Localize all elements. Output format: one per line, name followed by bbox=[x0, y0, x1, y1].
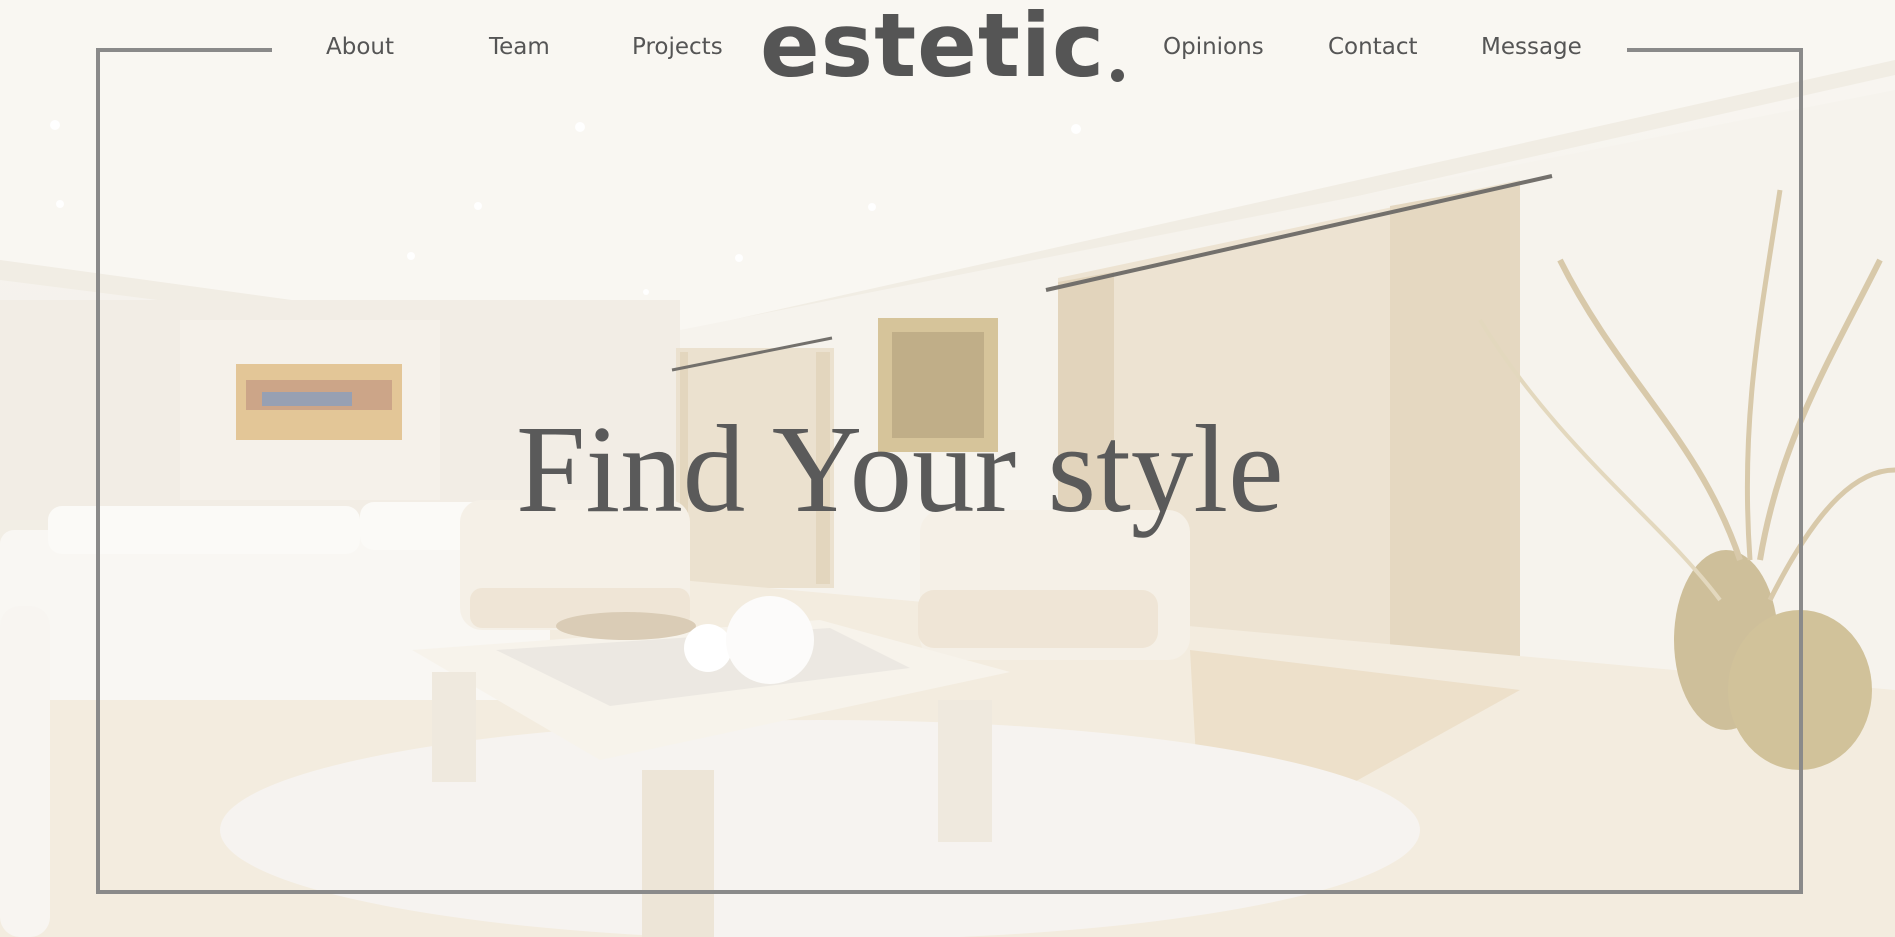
nav-link-opinions[interactable]: Opinions bbox=[1163, 30, 1264, 64]
nav-link-about[interactable]: About bbox=[326, 30, 394, 64]
brand-logo[interactable]: estetic bbox=[760, 0, 1132, 90]
nav-link-projects[interactable]: Projects bbox=[632, 30, 723, 64]
brand-logo-text: estetic bbox=[760, 0, 1106, 97]
nav-link-contact[interactable]: Contact bbox=[1328, 30, 1417, 64]
frame-border-top-right bbox=[1627, 48, 1803, 52]
hero-title: Find Your style bbox=[516, 401, 1284, 539]
frame-border-top-left bbox=[96, 48, 272, 52]
nav-link-team[interactable]: Team bbox=[489, 30, 550, 64]
frame-border-bottom bbox=[96, 890, 1803, 894]
nav-link-message[interactable]: Message bbox=[1481, 30, 1582, 64]
frame-border-left bbox=[96, 48, 100, 894]
frame-border-right bbox=[1799, 48, 1803, 894]
logo-dot-icon bbox=[1111, 69, 1125, 82]
hero-section: About Team Projects estetic Opinions Con… bbox=[0, 0, 1895, 937]
